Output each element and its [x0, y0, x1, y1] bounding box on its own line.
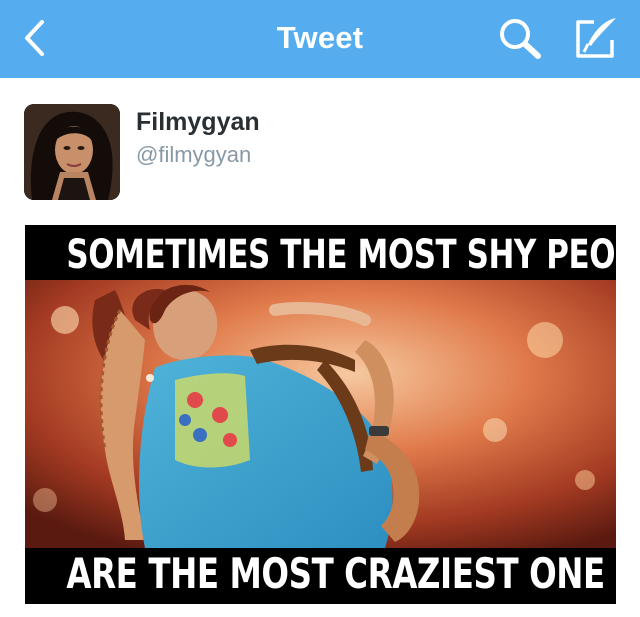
user-handle[interactable]: @filmygyan: [136, 142, 251, 168]
tweet-image[interactable]: SOMETIMES THE MOST SHY PEOPLE ARE THE MO…: [25, 225, 616, 604]
search-button[interactable]: [497, 16, 543, 60]
avatar-photo: [24, 104, 120, 200]
navigation-bar: Tweet: [0, 0, 640, 78]
compose-icon: [576, 18, 616, 58]
search-icon: [500, 19, 541, 59]
avatar[interactable]: [24, 104, 120, 200]
meme-caption-bottom: ARE THE MOST CRAZIEST ONE: [66, 549, 605, 598]
meme-caption-top: SOMETIMES THE MOST SHY PEOPLE: [66, 232, 616, 278]
display-name[interactable]: Filmygyan: [136, 108, 260, 137]
compose-button[interactable]: [572, 14, 620, 62]
tweet-author[interactable]: Filmygyan @filmygyan: [24, 104, 624, 204]
page-title: Tweet: [276, 20, 364, 55]
meme-photo: [25, 280, 616, 548]
